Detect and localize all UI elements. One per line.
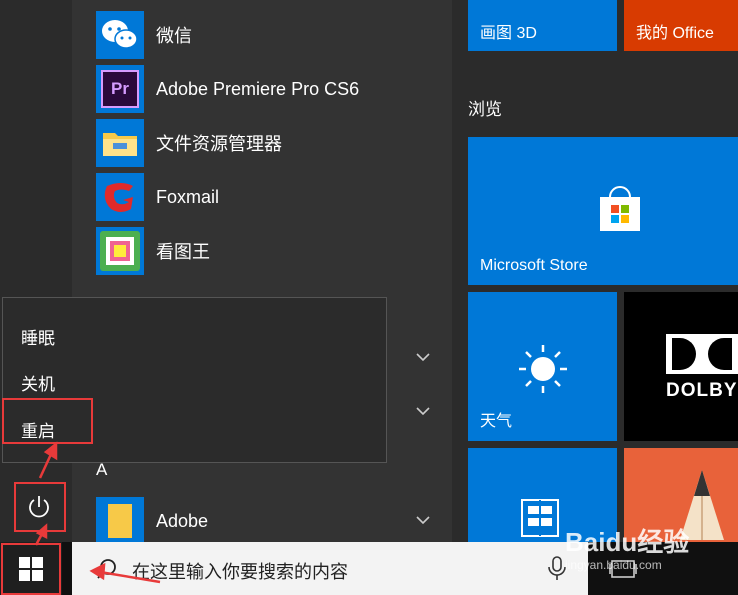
pencil-icon (680, 470, 724, 540)
tile-my-office[interactable]: 我的 Office (624, 0, 738, 51)
app-label: 微信 (156, 26, 192, 46)
chevron-down-icon[interactable] (414, 402, 432, 420)
chevron-down-icon[interactable] (414, 348, 432, 366)
tile-weather[interactable]: 天气 (468, 292, 617, 441)
tile-paint-3d[interactable]: 画图 3D (468, 0, 617, 51)
app-item-wechat[interactable]: 微信 (96, 10, 456, 60)
search-placeholder: 在这里输入你要搜索的内容 (132, 562, 348, 582)
tile-label: DOLBY (666, 380, 738, 401)
app-item-adobe[interactable]: Adobe (96, 496, 456, 546)
search-box[interactable]: 在这里输入你要搜索的内容 (72, 542, 588, 595)
app-item-premiere[interactable]: Pr Adobe Premiere Pro CS6 (96, 64, 456, 114)
tile-label: 画图 3D (480, 25, 537, 42)
tile-label: Microsoft Store (480, 257, 588, 274)
tile-label: 我的 Office (636, 25, 714, 42)
app-item-foxmail[interactable]: Foxmail (96, 172, 456, 222)
task-view-icon[interactable] (608, 556, 638, 582)
section-header-browse[interactable]: 浏览 (468, 95, 502, 120)
folder-icon (96, 119, 144, 167)
archive-icon (521, 499, 559, 537)
tile-microsoft-store[interactable]: Microsoft Store (468, 137, 738, 285)
image-viewer-icon (96, 227, 144, 275)
annotation-box-restart (2, 398, 93, 444)
foxmail-icon (96, 173, 144, 221)
group-letter-a[interactable]: A (96, 460, 107, 480)
app-item-file-explorer[interactable]: 文件资源管理器 (96, 118, 456, 168)
tile-winrar[interactable] (468, 448, 617, 542)
tile-label: 天气 (480, 413, 513, 430)
store-bag-icon (600, 186, 640, 231)
app-label: Adobe (156, 510, 209, 531)
search-icon (97, 559, 116, 579)
app-item-image-viewer[interactable]: 看图王 (96, 226, 456, 276)
folder-icon (96, 497, 144, 545)
annotation-box-start (1, 543, 61, 595)
power-menu-shutdown[interactable]: 关机 (21, 370, 55, 395)
annotation-box-power (14, 482, 66, 532)
app-label: Foxmail (156, 186, 220, 207)
premiere-icon: Pr (96, 65, 144, 113)
tile-dolby[interactable]: DOLBY (624, 292, 738, 441)
wechat-icon (96, 11, 144, 59)
app-label: 文件资源管理器 (156, 134, 282, 154)
power-menu-sleep[interactable]: 睡眠 (21, 324, 55, 349)
app-label: 看图王 (156, 242, 210, 262)
dolby-logo-icon (666, 334, 738, 374)
tile-sketch[interactable] (624, 448, 738, 542)
chevron-down-icon[interactable] (414, 511, 432, 529)
app-label: Adobe Premiere Pro CS6 (156, 78, 360, 99)
sun-icon (519, 345, 567, 393)
microphone-icon[interactable] (546, 556, 568, 582)
